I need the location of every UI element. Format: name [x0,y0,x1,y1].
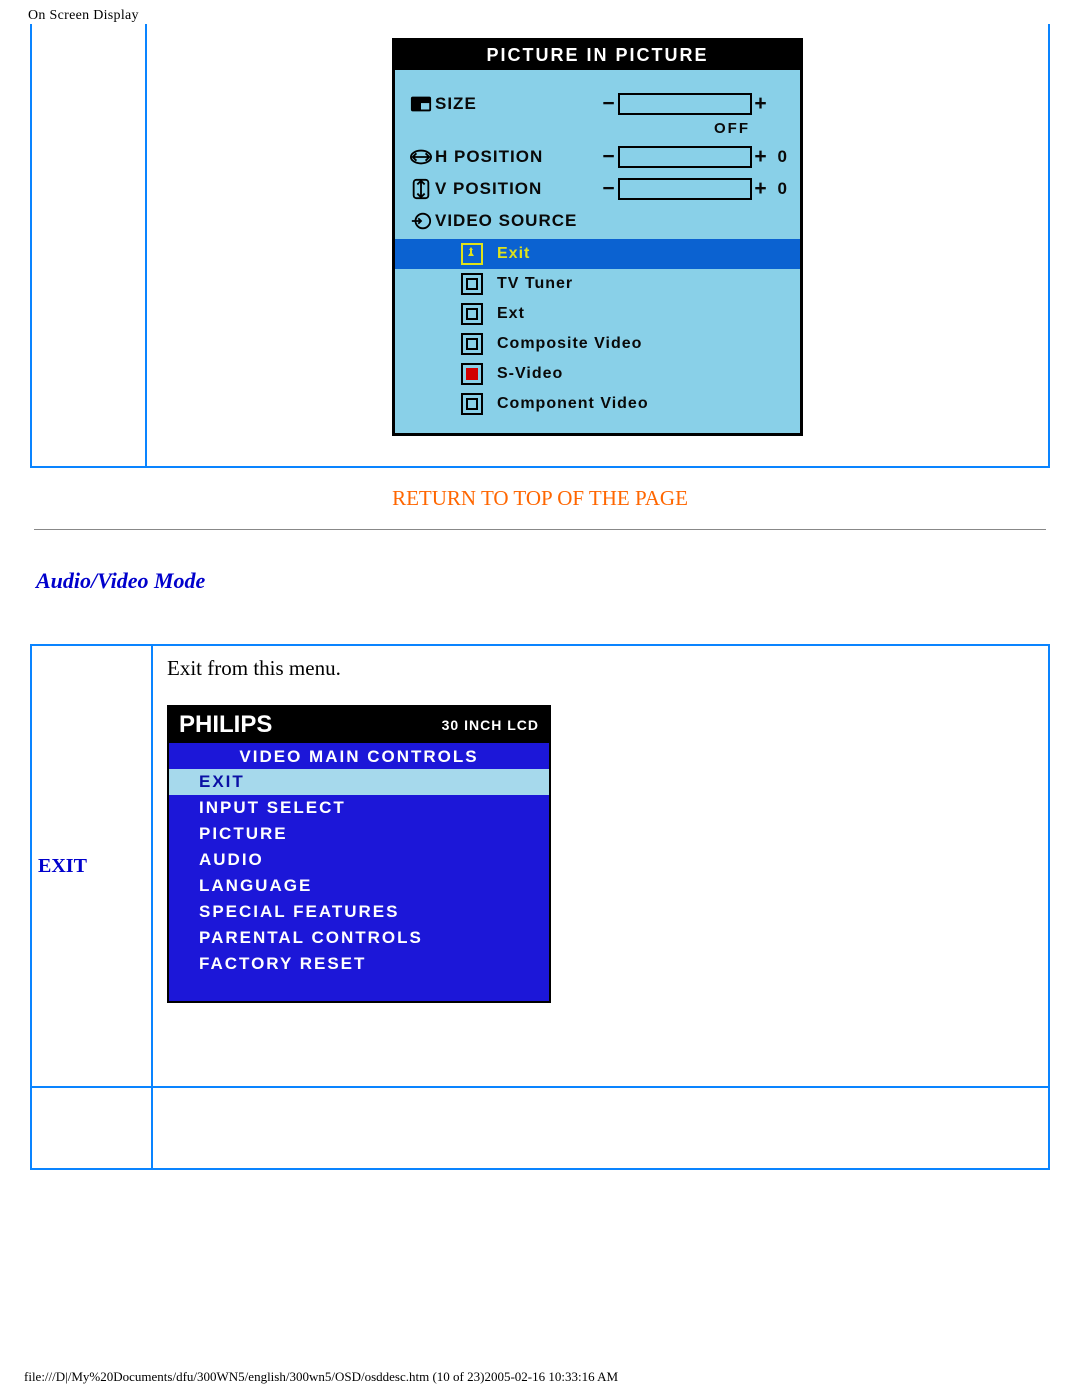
video-main-controls-osd: PHILIPS 30 INCH LCD VIDEO MAIN CONTROLS … [167,705,551,1003]
philips-brand-label: PHILIPS [179,711,272,739]
pip-size-label: Size [435,94,477,114]
page-footer: file:///D|/My%20Documents/dfu/300WN5/eng… [24,1369,618,1385]
menu-item-special-features[interactable]: Special Features [169,899,549,925]
source-option-label: Exit [497,245,530,263]
radio-icon [461,393,483,415]
pip-vpos-tail: 0 [770,179,788,199]
source-option-tvtuner[interactable]: TV Tuner [407,269,788,299]
increment-icon[interactable]: + [752,177,770,201]
radio-icon-active [461,363,483,385]
pip-hpos-tail: 0 [770,147,788,167]
menu-item-factory-reset[interactable]: Factory Reset [169,951,549,977]
row-label-next [32,1088,153,1168]
row-content-pip: PICTURE IN PICTURE Size − + [147,24,1048,466]
source-option-exit[interactable]: Exit [395,239,800,269]
source-option-svideo[interactable]: S-Video [407,359,788,389]
source-option-label: Composite Video [497,335,642,353]
row-content-next [153,1088,1048,1168]
pip-hpos-label: H Position [435,147,543,167]
menu-item-parental-controls[interactable]: Parental Controls [169,925,549,951]
pip-size-value [618,93,752,115]
pip-line-hpos: H Position − + 0 [407,143,788,171]
v-position-icon [407,178,435,200]
pip-hpos-value [618,146,752,168]
source-option-ext[interactable]: Ext [407,299,788,329]
increment-icon[interactable]: + [752,145,770,169]
pip-line-vpos: V Position − + 0 [407,175,788,203]
menu-item-exit[interactable]: Exit [169,769,549,795]
page-header: On Screen Display [0,0,1080,24]
source-option-label: Ext [497,305,525,323]
picture-in-picture-osd: PICTURE IN PICTURE Size − + [392,38,803,436]
table-row-exit: EXIT Exit from this menu. PHILIPS 30 INC… [32,646,1048,1088]
source-option-label: TV Tuner [497,275,573,293]
table-row-next [32,1088,1048,1168]
exit-icon [461,243,483,265]
video-source-icon [407,210,435,232]
menu-item-input-select[interactable]: Input Select [169,795,549,821]
source-option-component[interactable]: Component Video [407,389,788,419]
decrement-icon[interactable]: − [600,92,618,116]
increment-icon[interactable]: + [752,92,770,116]
menu-item-picture[interactable]: Picture [169,821,549,847]
decrement-icon[interactable]: − [600,145,618,169]
video-source-options: Exit TV Tuner Ext [407,239,788,419]
menu-item-language[interactable]: Language [169,873,549,899]
pip-vpos-label: V Position [435,179,542,199]
pip-line-vsource: Video Source [407,207,788,235]
source-option-label: S-Video [497,365,563,383]
section-title-av: Audio/Video Mode [36,568,1050,594]
return-to-top-link[interactable]: RETURN TO TOP OF THE PAGE [392,486,688,510]
pip-vsource-label: Video Source [435,211,577,231]
radio-icon [461,303,483,325]
section-divider [34,529,1046,530]
philips-title: VIDEO MAIN CONTROLS [169,743,549,769]
decrement-icon[interactable]: − [600,177,618,201]
pip-line-size: Size − + [407,90,788,118]
row-label-empty [32,24,147,466]
h-position-icon [407,146,435,168]
pip-size-off-label: OFF [714,120,750,137]
row-label-exit: EXIT [32,646,153,1086]
menu-item-audio[interactable]: Audio [169,847,549,873]
pip-vpos-value [618,178,752,200]
row-content-exit: Exit from this menu. PHILIPS 30 INCH LCD… [153,646,1048,1086]
pip-title: PICTURE IN PICTURE [395,41,800,70]
source-option-label: Component Video [497,395,649,413]
source-option-composite[interactable]: Composite Video [407,329,788,359]
exit-description: Exit from this menu. [167,656,1034,681]
philips-model-label: 30 INCH LCD [442,717,539,733]
radio-icon [461,333,483,355]
radio-icon [461,273,483,295]
table-row-pip: PICTURE IN PICTURE Size − + [30,24,1050,468]
pip-icon [407,93,435,115]
